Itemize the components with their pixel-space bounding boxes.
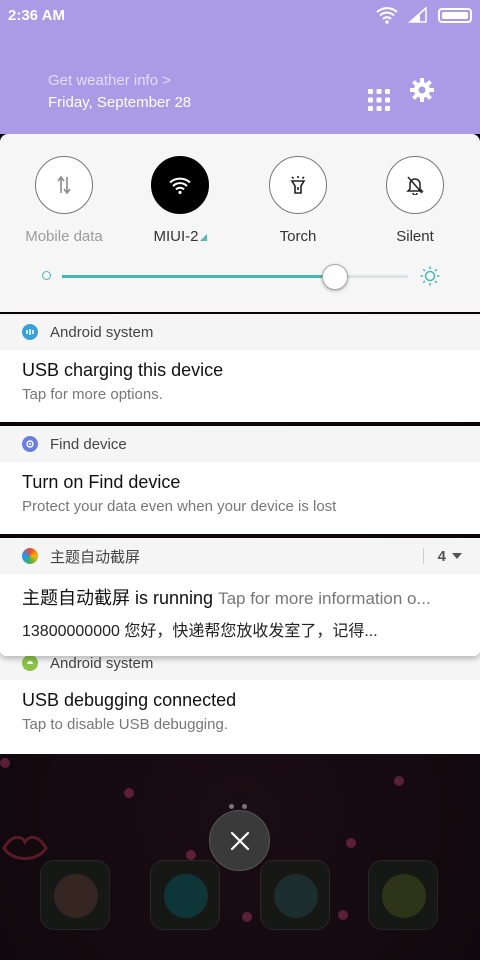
wallpaper-dot <box>186 850 196 860</box>
battery-icon <box>438 7 472 23</box>
torch-button[interactable] <box>269 156 327 214</box>
notification-title: 主题自动截屏 is running Tap for more informati… <box>22 584 458 610</box>
brightness-fill <box>62 275 336 278</box>
notification-title-sub: Tap for more information o... <box>218 589 431 608</box>
toggle-label: Mobile data <box>25 228 103 245</box>
clear-all-button[interactable] <box>209 810 270 871</box>
android-icon <box>22 655 38 671</box>
date-label: Friday, September 28 <box>48 94 192 111</box>
toggle-label: MIUI-2 <box>130 228 230 245</box>
wifi-icon <box>169 177 191 194</box>
dock-browser-app[interactable] <box>150 860 220 930</box>
mobile-data-button[interactable] <box>35 156 93 214</box>
weather-link[interactable]: Get weather info > <box>48 72 171 89</box>
notification-card[interactable]: Find device Turn on Find device Protect … <box>0 426 480 534</box>
brightness-knob[interactable] <box>322 264 349 290</box>
notification-text: Tap for more options. <box>22 386 163 403</box>
wallpaper-dot <box>346 838 356 848</box>
notification-title: Turn on Find device <box>22 472 181 492</box>
toggle-label: Torch <box>279 228 317 245</box>
notification-text: 13800000000 您好，快递帮您放收发室了，记得... <box>22 623 378 640</box>
brightness-high-icon <box>420 266 440 286</box>
bell-off-icon <box>406 176 424 195</box>
lips-decoration-icon <box>2 836 48 860</box>
notification-app-name: 主题自动截屏 <box>50 548 141 566</box>
notification-title: USB debugging connected <box>22 690 237 710</box>
wallpaper-dot <box>124 788 134 798</box>
notification-header-row: 主题自动截屏 4 <box>0 538 480 574</box>
android-icon <box>22 324 38 340</box>
wallpaper-dot <box>394 776 404 786</box>
notification-group-card[interactable]: 主题自动截屏 4 主题自动截屏 is running Tap for more … <box>0 538 480 656</box>
dock-camera-app[interactable] <box>368 860 438 930</box>
toggle-silent[interactable]: Silent <box>365 156 465 245</box>
notification-text: Protect your data even when your device … <box>22 498 337 515</box>
toggle-wifi[interactable]: MIUI-2 <box>130 156 230 245</box>
toggle-label: Silent <box>396 228 434 245</box>
signal-icon <box>408 7 427 23</box>
divider <box>422 548 424 564</box>
toggle-mobile-data[interactable]: Mobile data <box>14 156 114 245</box>
wifi-button[interactable] <box>151 156 209 214</box>
notification-card[interactable]: Android system USB debugging connected T… <box>0 646 480 754</box>
close-icon <box>230 831 249 850</box>
expand-icon <box>452 553 462 559</box>
brightness-slider[interactable] <box>40 264 440 290</box>
notification-count-value: 4 <box>437 547 446 565</box>
notification-title: USB charging this device <box>22 360 224 380</box>
gear-icon[interactable] <box>409 77 435 103</box>
wifi-icon <box>376 7 398 24</box>
notification-text: Tap to disable USB debugging. <box>22 716 228 733</box>
dock-phone-app[interactable] <box>40 860 110 930</box>
theme-screenshot-icon <box>22 548 38 564</box>
notification-count[interactable]: 4 <box>422 547 462 565</box>
notification-header-row: Android system <box>0 314 480 350</box>
silent-button[interactable] <box>386 156 444 214</box>
signal-mark-icon <box>199 234 207 241</box>
notification-card[interactable]: Android system USB charging this device … <box>0 314 480 422</box>
quick-settings-panel: Mobile data MIUI-2 Torch Silent <box>0 134 480 312</box>
mobile-data-icon <box>57 175 71 195</box>
dock-messages-app[interactable] <box>260 860 330 930</box>
wallpaper-dot <box>0 758 10 768</box>
toggle-torch[interactable]: Torch <box>248 156 348 245</box>
wallpaper-dot <box>242 912 252 922</box>
brightness-low-icon <box>42 271 51 280</box>
status-bar: 2:36 AM <box>0 0 480 34</box>
notification-app-name: Find device <box>50 435 127 453</box>
wifi-network-name: MIUI-2 <box>153 228 199 245</box>
status-clock: 2:36 AM <box>8 7 65 24</box>
page-indicator <box>229 804 247 809</box>
wallpaper-dot <box>338 910 348 920</box>
notification-app-name: Android system <box>50 654 154 672</box>
notification-header-row: Find device <box>0 426 480 462</box>
find-device-icon <box>22 436 38 452</box>
torch-icon <box>290 176 306 194</box>
grid-icon[interactable] <box>368 89 390 111</box>
notification-title-main: 主题自动截屏 is running <box>22 588 214 608</box>
notification-header: 2:36 AM Get weather info > Friday, Septe… <box>0 0 480 134</box>
notification-app-name: Android system <box>50 323 154 341</box>
